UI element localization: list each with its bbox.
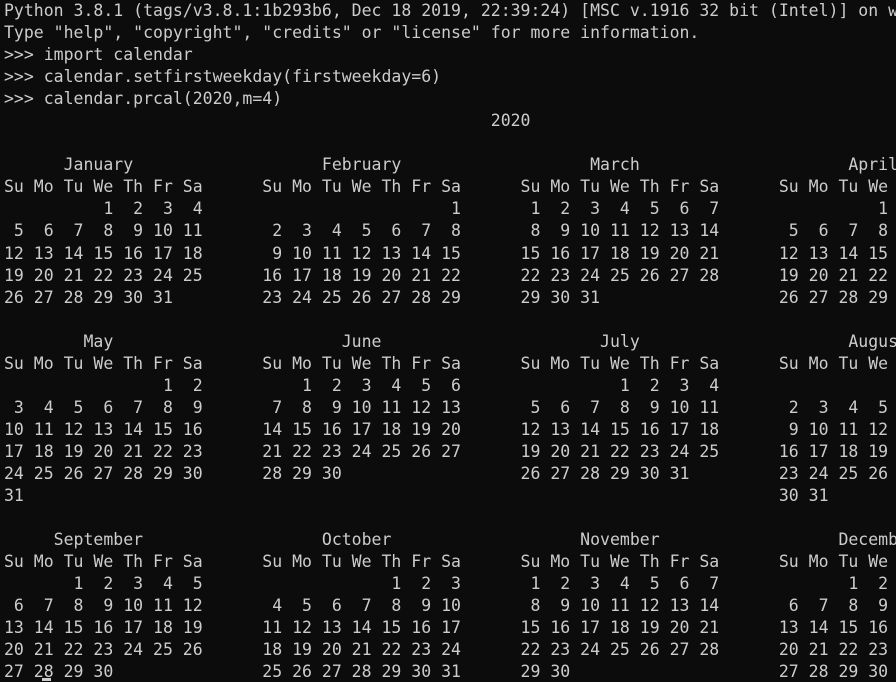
terminal-line: >>> calendar.prcal(2020,m=4): [4, 89, 283, 109]
text-cursor: [42, 678, 51, 681]
terminal-line: 19 20 21 22 23 24 25 16 17 18 19 20 21 2…: [4, 265, 896, 285]
terminal-line: 6 7 8 9 10 11 12 4 5 6 7 8 9 10 8 9 10 1…: [4, 596, 896, 616]
terminal-line: 5 6 7 8 9 10 11 2 3 4 5 6 7 8 8 9 10 11 …: [4, 221, 896, 241]
terminal-output[interactable]: Python 3.8.1 (tags/v3.8.1:1b293b6, Dec 1…: [4, 0, 896, 682]
terminal-line: 13 14 15 16 17 18 19 11 12 13 14 15 16 1…: [4, 618, 896, 638]
terminal-line: Su Mo Tu We Th Fr Sa Su Mo Tu We Th Fr S…: [4, 353, 896, 373]
terminal-line: Su Mo Tu We Th Fr Sa Su Mo Tu We Th Fr S…: [4, 552, 896, 572]
terminal-line: 1 2 3 4 1 1 2 3 4 5 6 7 1 2 3 4: [4, 199, 896, 219]
terminal-line: 26 27 28 29 30 31 23 24 25 26 27 28 29 2…: [4, 287, 896, 307]
terminal-line: >>> import calendar: [4, 45, 193, 65]
terminal-line: 3 4 5 6 7 8 9 7 8 9 10 11 12 13 5 6 7 8 …: [4, 397, 896, 417]
terminal-line: 12 13 14 15 16 17 18 9 10 11 12 13 14 15…: [4, 243, 896, 263]
terminal-line: January February March April: [4, 155, 896, 175]
terminal-line: May June July August: [4, 331, 896, 351]
console-window[interactable]: Python 3.8.1 (tags/v3.8.1:1b293b6, Dec 1…: [4, 0, 896, 682]
terminal-line: 1 2 1 2 3 4 5 6 1 2 3 4 1: [4, 375, 896, 395]
terminal-line: 17 18 19 20 21 22 23 21 22 23 24 25 26 2…: [4, 441, 896, 461]
terminal-line: Type "help", "copyright", "credits" or "…: [4, 23, 700, 43]
terminal-line: 27 28 29 30 25 26 27 28 29 30 31 29 30 2…: [4, 662, 896, 682]
terminal-line: 24 25 26 27 28 29 30 28 29 30 26 27 28 2…: [4, 463, 896, 483]
terminal-line: 10 11 12 13 14 15 16 14 15 16 17 18 19 2…: [4, 419, 896, 439]
terminal-line: 1 2 3 4 5 1 2 3 1 2 3 4 5 6 7 1 2 3 4 5: [4, 574, 896, 594]
terminal-line: 31 30 31: [4, 486, 829, 506]
terminal-line: 2020: [4, 111, 531, 131]
terminal-line: Python 3.8.1 (tags/v3.8.1:1b293b6, Dec 1…: [4, 1, 896, 20]
terminal-line: 20 21 22 23 24 25 26 18 19 20 21 22 23 2…: [4, 640, 896, 660]
terminal-line: >>> calendar.setfirstweekday(firstweekda…: [4, 67, 442, 87]
terminal-line: Su Mo Tu We Th Fr Sa Su Mo Tu We Th Fr S…: [4, 177, 896, 197]
terminal-line: September October November December: [4, 530, 896, 550]
